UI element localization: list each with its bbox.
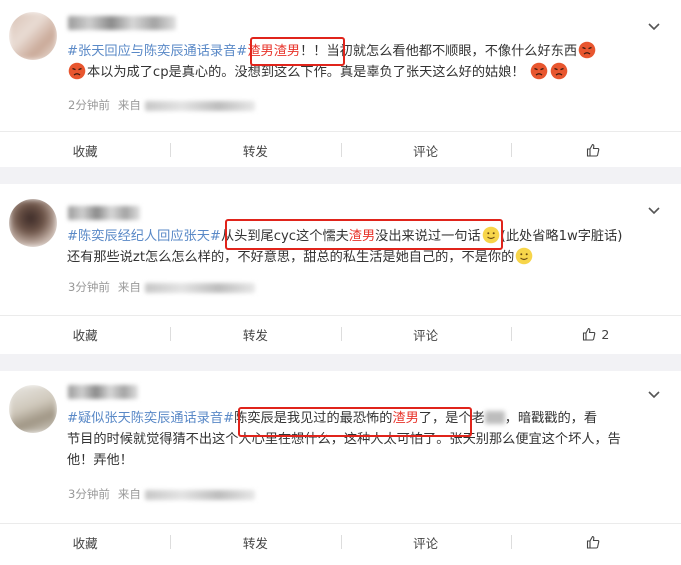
weibo-post-2: #陈奕辰经纪人回应张天#从头到尾cyc这个懦夫渣男没出来说过一句话 (此处省略1w… (0, 184, 681, 354)
source-label: 来自 (117, 487, 141, 501)
topic-link[interactable]: #张天回应与陈奕辰通话录音# (67, 44, 247, 59)
post-time[interactable]: 2分钟前 (68, 98, 110, 112)
angry-face-emoji (550, 62, 568, 80)
angry-face-emoji (530, 62, 548, 80)
chevron-down-icon[interactable] (647, 388, 661, 402)
text-segment: 陈奕辰是我见过的最恐怖的 (234, 411, 393, 426)
source-label: 来自 (117, 280, 141, 294)
smile-emoji (482, 226, 499, 244)
text-segment: (此处省略1w字脏话) (500, 229, 623, 244)
username-redacted[interactable] (68, 206, 140, 220)
source-redacted (144, 100, 255, 111)
text-segment: 节目的时候就觉得猜不出这个人心里在想什么，这种人太可怕了。张天别那么便宜这个坏人… (67, 432, 621, 447)
source-redacted (144, 489, 255, 500)
like-button[interactable] (510, 132, 681, 168)
comment-button[interactable]: 评论 (340, 132, 511, 168)
source-label: 来自 (117, 98, 141, 112)
action-bar: 收藏 转发 评论 (0, 132, 681, 168)
avatar[interactable] (9, 199, 57, 247)
weibo-post-3: #疑似张天陈奕辰通话录音#陈奕辰是我见过的最恐怖的渣男了，是个老 ，暗戳戳的，看 … (0, 371, 681, 565)
text-segment: 是个老 (445, 411, 485, 426)
like-button[interactable] (510, 524, 681, 560)
text-segment: 他！弄他！ (67, 453, 133, 468)
comment-button[interactable]: 评论 (340, 316, 511, 352)
source-redacted (144, 282, 255, 293)
repost-button[interactable]: 转发 (170, 132, 340, 168)
topic-link[interactable]: #陈奕辰经纪人回应张天# (67, 229, 221, 244)
like-count: 2 (601, 326, 610, 342)
action-bar: 收藏 转发 评论 (0, 524, 681, 560)
topic-link[interactable]: #疑似张天陈奕辰通话录音# (67, 411, 234, 426)
text-segment: 没出来说过一句话 (375, 229, 481, 244)
angry-face-emoji (68, 62, 86, 80)
post-time[interactable]: 3分钟前 (68, 487, 110, 501)
repost-button[interactable]: 转发 (170, 316, 340, 352)
smile-emoji (515, 247, 533, 265)
action-bar: 收藏 转发 评论 2 (0, 316, 681, 352)
text-segment: ！！当初就怎么看他都不顺眼，不像什么好东西 (300, 44, 578, 59)
comment-button[interactable]: 评论 (340, 524, 511, 560)
weibo-post-1: #张天回应与陈奕辰通话录音#渣男渣男！！当初就怎么看他都不顺眼，不像什么好东西 … (0, 0, 681, 167)
like-button[interactable]: 2 (510, 316, 681, 352)
collect-button[interactable]: 收藏 (0, 132, 170, 168)
collect-button[interactable]: 收藏 (0, 524, 170, 560)
text-segment: 本以为成了cp是真心的。没想到这么下作。真是辜负了张天这么好的姑娘！ (87, 65, 525, 80)
post-meta: 3分钟前 来自 (68, 486, 255, 502)
thumbs-up-icon (587, 143, 600, 157)
post-text: #疑似张天陈奕辰通话录音#陈奕辰是我见过的最恐怖的渣男了，是个老 ，暗戳戳的，看 … (67, 408, 667, 471)
username-redacted[interactable] (68, 16, 176, 30)
repost-button[interactable]: 转发 (170, 524, 340, 560)
collect-button[interactable]: 收藏 (0, 316, 170, 352)
thumbs-up-icon (587, 535, 600, 549)
post-time[interactable]: 3分钟前 (68, 280, 110, 294)
text-segment: 还有那些说zt怎么怎么样的，不好意思，甜总的私生活是她自己的，不是你的 (67, 250, 515, 265)
chevron-down-icon[interactable] (647, 20, 661, 34)
redacted-word (484, 411, 505, 424)
thumbs-up-icon (583, 327, 596, 341)
avatar[interactable] (9, 12, 57, 60)
post-text: #陈奕辰经纪人回应张天#从头到尾cyc这个懦夫渣男没出来说过一句话 (此处省略1w… (67, 226, 667, 268)
post-meta: 2分钟前 来自 (68, 97, 255, 113)
text-segment: 从头到尾cyc这个懦夫 (220, 229, 349, 244)
text-segment: 了， (418, 411, 446, 426)
highlight-text: 渣男 (348, 229, 376, 244)
highlight-text: 渣男 (392, 411, 419, 426)
avatar[interactable] (9, 385, 57, 433)
angry-face-emoji (578, 41, 596, 59)
username-redacted[interactable] (68, 385, 138, 399)
text-segment: ，暗戳戳的，看 (504, 411, 598, 426)
post-text: #张天回应与陈奕辰通话录音#渣男渣男！！当初就怎么看他都不顺眼，不像什么好东西 … (67, 41, 667, 83)
highlight-text: 渣男渣男 (247, 44, 301, 59)
post-meta: 3分钟前 来自 (68, 279, 255, 295)
chevron-down-icon[interactable] (647, 204, 661, 218)
